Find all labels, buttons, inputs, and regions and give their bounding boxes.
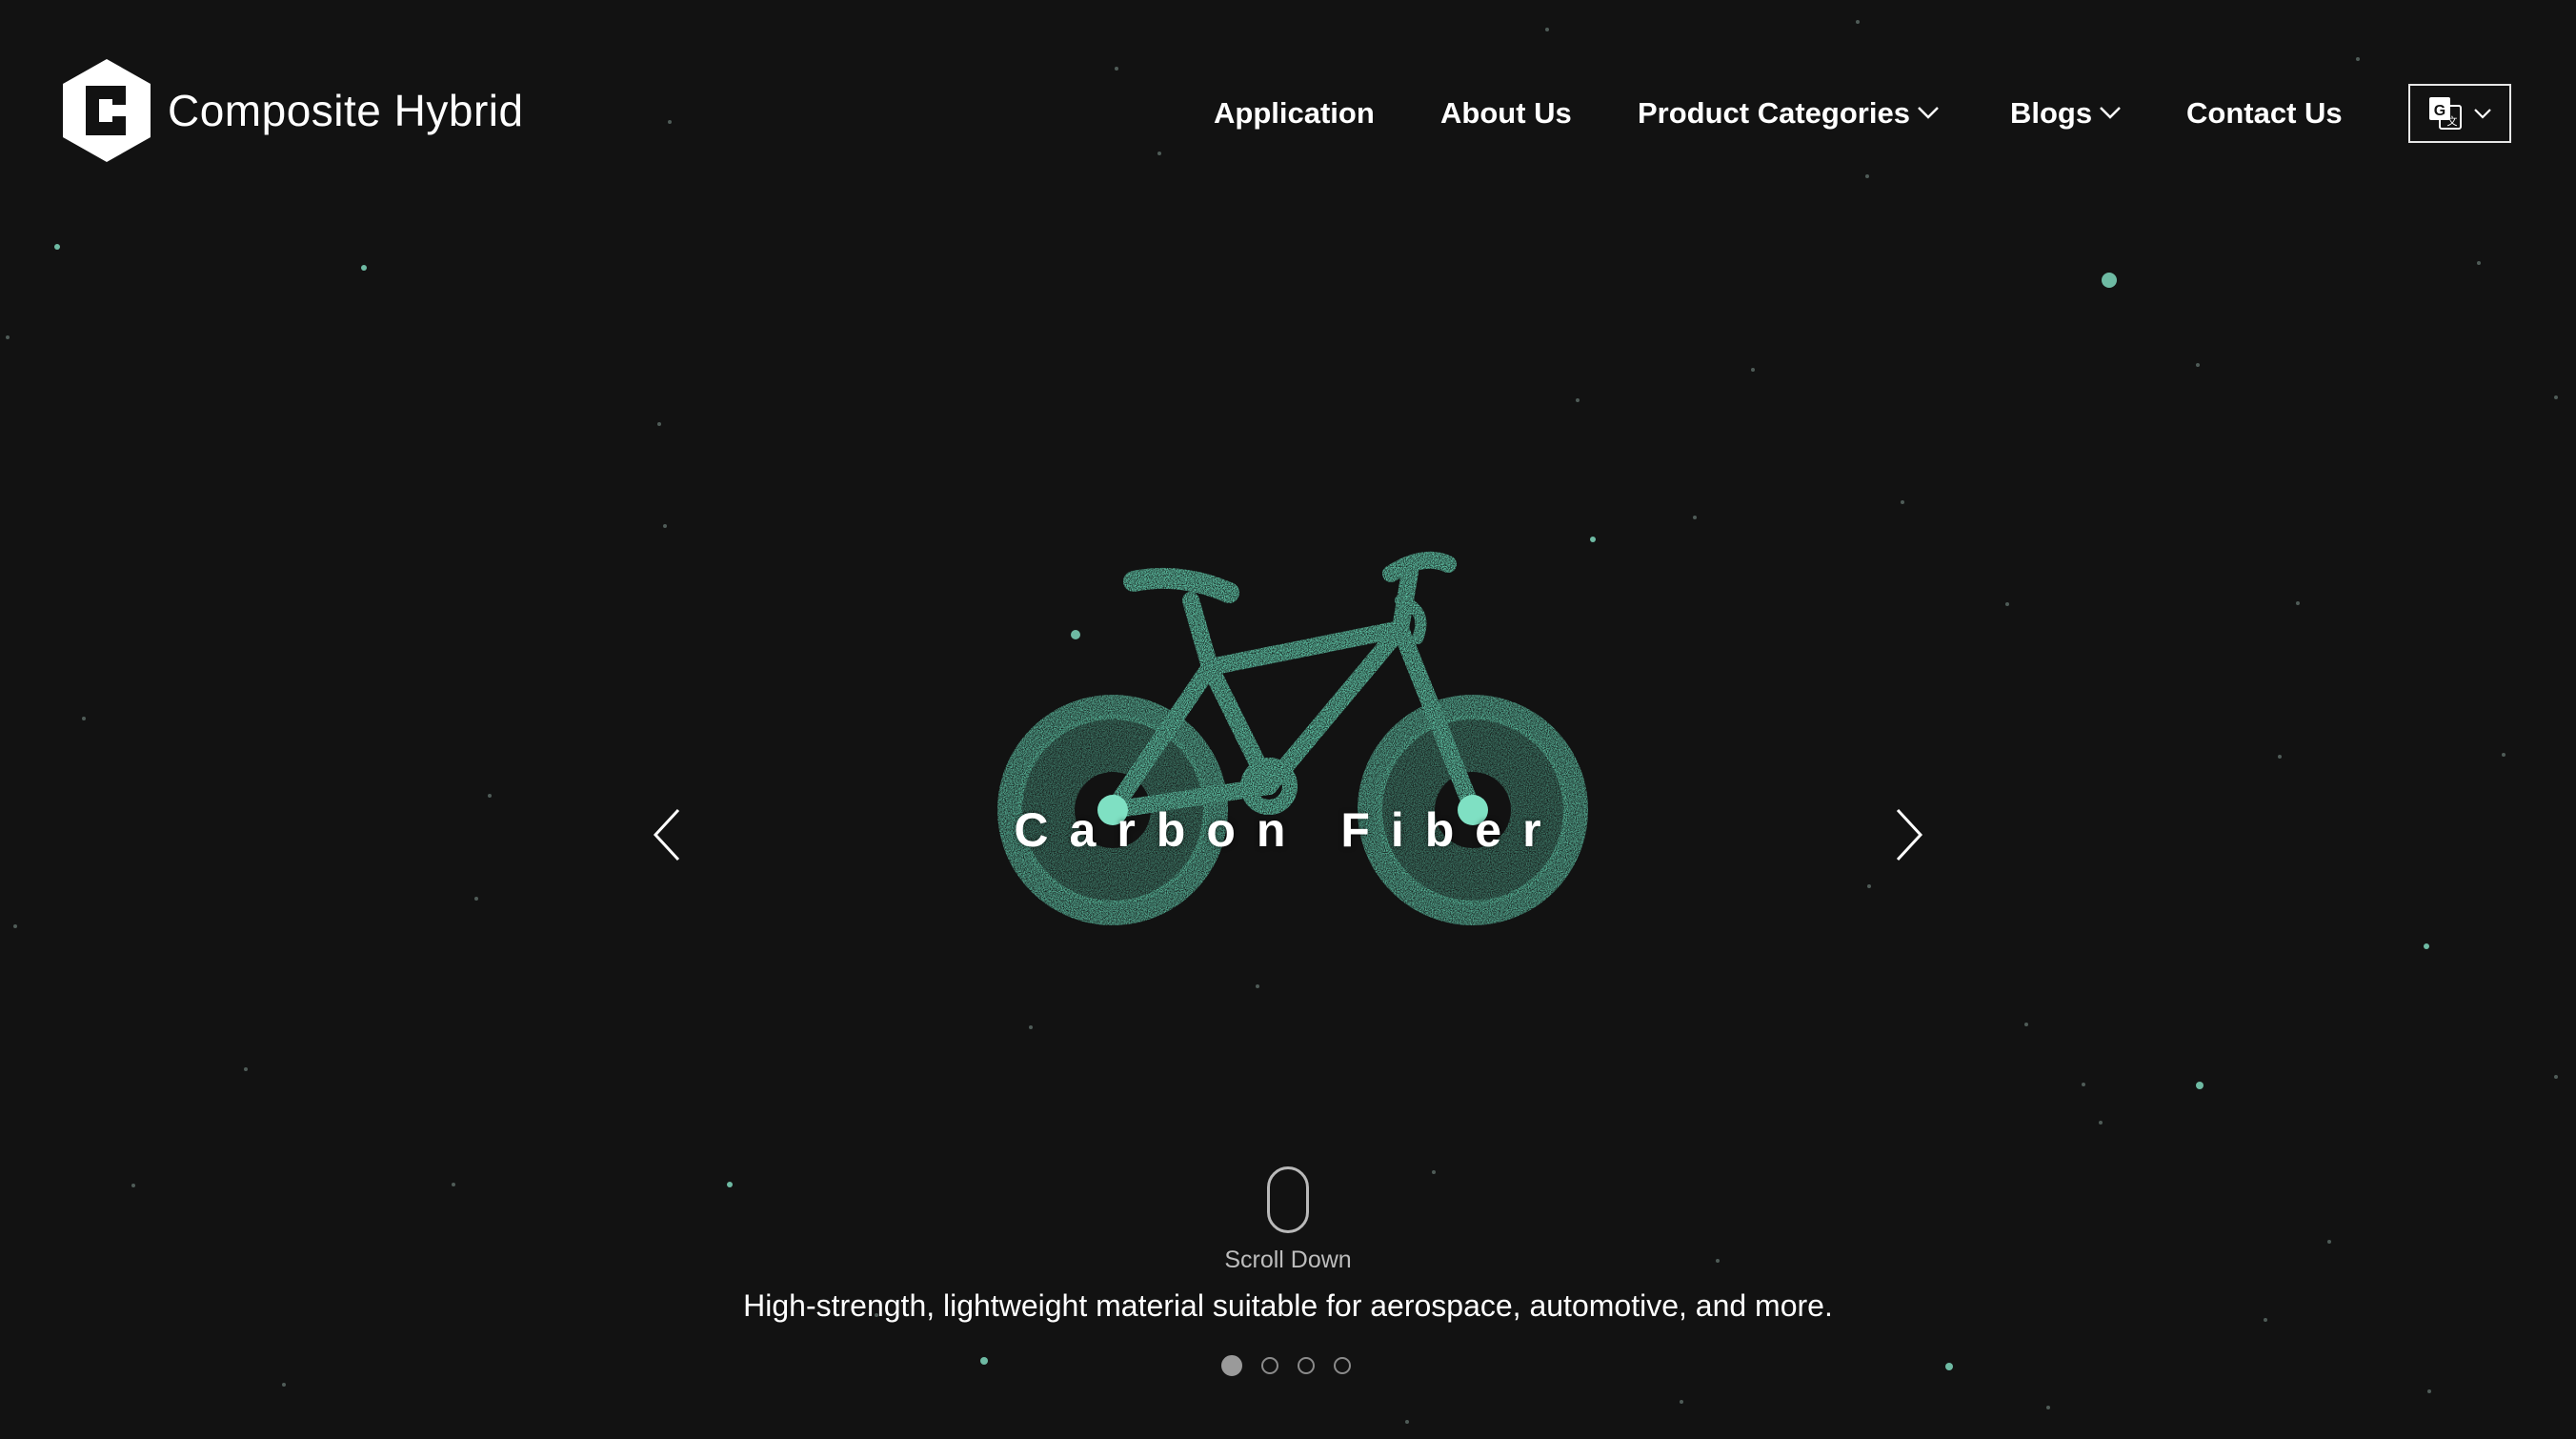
nav-item-label: About Us bbox=[1440, 96, 1572, 130]
slider-dot-4[interactable] bbox=[1334, 1357, 1351, 1374]
slider-dot-2[interactable] bbox=[1261, 1357, 1278, 1374]
google-translate-icon: G 文 bbox=[2429, 97, 2462, 130]
slide-description: High-strength, lightweight material suit… bbox=[743, 1288, 1833, 1323]
site-header: Composite Hybrid Application About Us Pr… bbox=[0, 0, 2576, 225]
mouse-icon bbox=[1267, 1166, 1309, 1233]
nav-item-blogs[interactable]: Blogs bbox=[2010, 84, 2123, 143]
slide-title: Carbon Fiber bbox=[1014, 803, 1562, 857]
chevron-down-icon bbox=[2100, 106, 2122, 119]
nav-item-product-categories[interactable]: Product Categories bbox=[1638, 84, 1941, 143]
chevron-down-icon bbox=[1918, 106, 1939, 119]
scroll-down-indicator[interactable]: Scroll Down bbox=[1193, 1166, 1383, 1281]
nav-item-label: Contact Us bbox=[2186, 96, 2343, 130]
svg-text:文: 文 bbox=[2447, 114, 2458, 128]
slider-pagination bbox=[1221, 1355, 1370, 1380]
bicycle-particle-illustration bbox=[997, 551, 1588, 925]
slider-dot-1[interactable] bbox=[1221, 1355, 1242, 1376]
nav-item-contact-us[interactable]: Contact Us bbox=[2186, 84, 2343, 143]
slider-prev-button[interactable] bbox=[648, 806, 686, 863]
chevron-right-icon bbox=[1896, 808, 1923, 861]
page: Composite Hybrid Application About Us Pr… bbox=[0, 0, 2576, 1439]
scroll-down-label: Scroll Down bbox=[1224, 1246, 1352, 1273]
svg-text:G: G bbox=[2434, 103, 2445, 119]
nav-item-label: Application bbox=[1214, 96, 1375, 130]
nav-item-label: Blogs bbox=[2010, 96, 2093, 130]
chevron-left-icon bbox=[653, 808, 680, 861]
main-nav: Application About Us Product Categories … bbox=[0, 84, 2576, 143]
nav-item-about-us[interactable]: About Us bbox=[1440, 84, 1572, 143]
chevron-down-icon bbox=[2474, 109, 2491, 119]
slider-next-button[interactable] bbox=[1890, 806, 1928, 863]
slider-dot-3[interactable] bbox=[1298, 1357, 1315, 1374]
language-selector-button[interactable]: G 文 bbox=[2408, 84, 2511, 143]
nav-item-application[interactable]: Application bbox=[1214, 84, 1375, 143]
nav-item-label: Product Categories bbox=[1638, 96, 1910, 130]
